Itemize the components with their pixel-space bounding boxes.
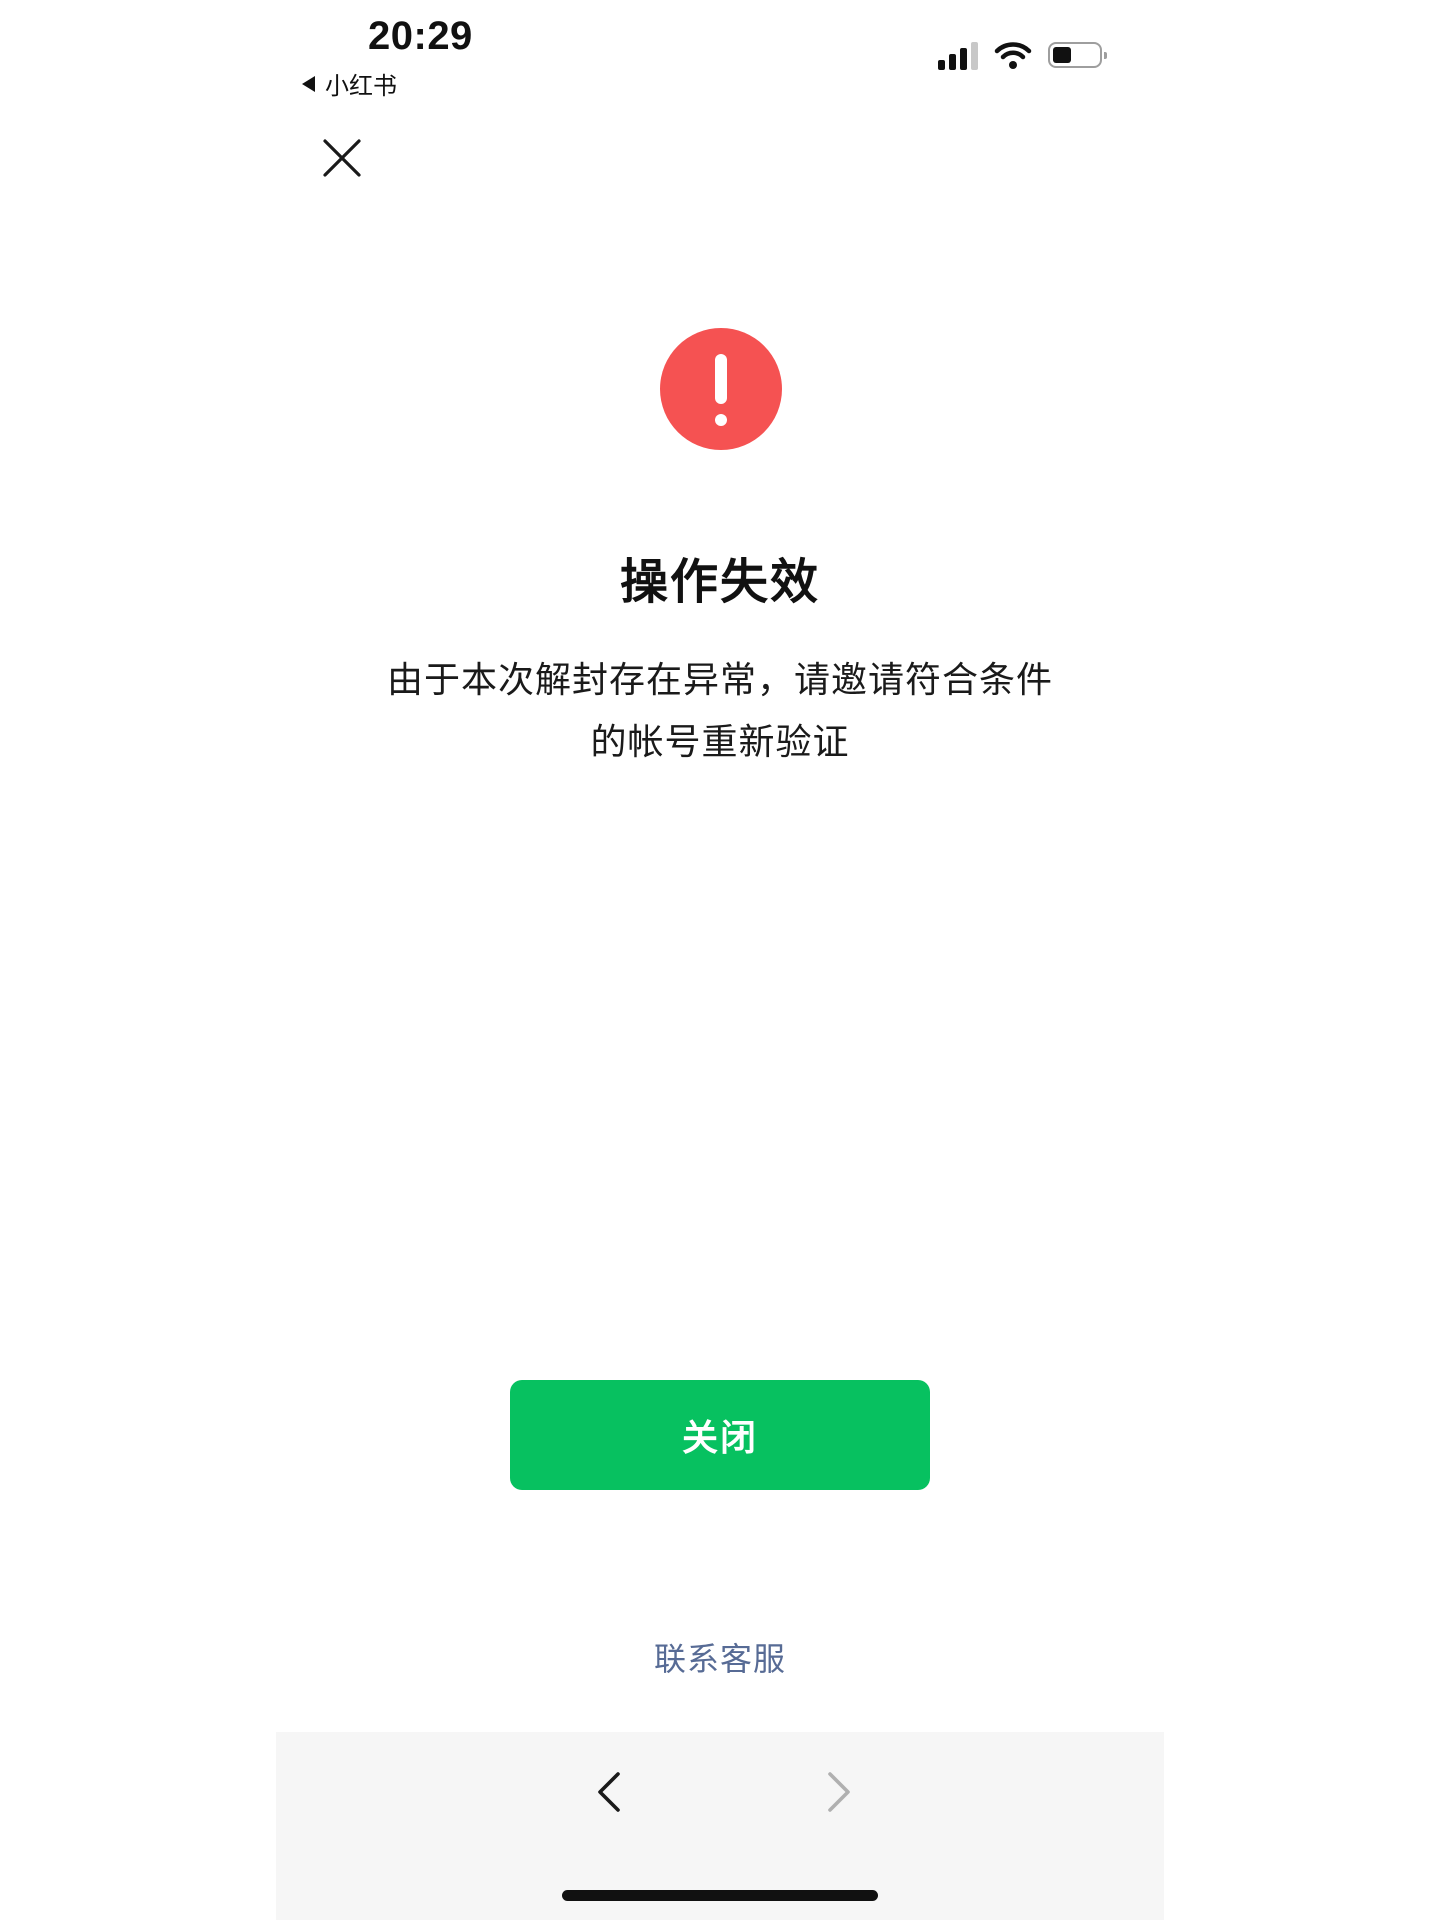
chevron-right-icon[interactable] bbox=[816, 1768, 860, 1816]
close-icon[interactable] bbox=[320, 136, 364, 180]
status-time: 20:29 bbox=[368, 14, 473, 58]
battery-icon bbox=[1048, 42, 1107, 68]
message-line-2: 的帐号重新验证 bbox=[590, 722, 850, 763]
contact-support-link[interactable]: 联系客服 bbox=[276, 1634, 1164, 1680]
message-line-1: 由于本次解封存在异常，请邀请符合条件 bbox=[386, 660, 1053, 701]
status-indicators bbox=[938, 40, 1107, 70]
close-button[interactable]: 关闭 bbox=[510, 1380, 930, 1490]
chevron-left-icon[interactable] bbox=[588, 1768, 632, 1816]
page-title: 操作失效 bbox=[619, 554, 820, 610]
error-message: 由于本次解封存在异常，请邀请符合条件 的帐号重新验证 bbox=[360, 650, 1080, 774]
page: 20:29 小红书 操作失效 由于本次解封存在异常，请邀请符合条件 的帐号重新验… bbox=[0, 0, 1440, 1920]
exclamation-circle-icon bbox=[660, 328, 782, 450]
home-indicator[interactable] bbox=[562, 1890, 878, 1901]
bottom-navigation-bar bbox=[276, 1732, 1164, 1920]
back-to-app-link[interactable]: 小红书 bbox=[302, 66, 397, 101]
wifi-icon bbox=[994, 42, 1032, 69]
back-app-label: 小红书 bbox=[325, 72, 397, 100]
back-triangle-icon bbox=[302, 75, 315, 92]
cellular-signal-icon bbox=[938, 40, 978, 70]
phone-screen: 20:29 小红书 操作失效 由于本次解封存在异常，请邀请符合条件 的帐号重新验… bbox=[276, 0, 1164, 1920]
